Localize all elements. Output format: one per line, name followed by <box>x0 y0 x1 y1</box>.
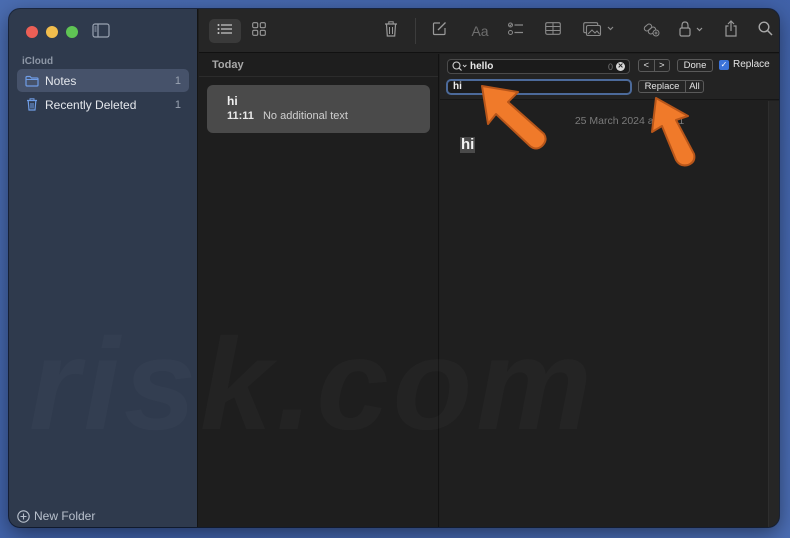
replace-segmented: Replace All <box>638 80 704 93</box>
search-icon <box>757 21 773 41</box>
table-button[interactable] <box>541 19 565 43</box>
sidebar-item-label: Notes <box>45 73 77 88</box>
format-button[interactable]: Aa <box>467 19 493 43</box>
traffic-lights <box>26 26 78 38</box>
collaborate-icon <box>643 21 660 42</box>
folder-icon <box>25 74 39 88</box>
lock-button[interactable] <box>676 19 710 43</box>
gallery-view-button[interactable] <box>247 19 271 43</box>
grid-icon <box>252 21 266 41</box>
media-button[interactable] <box>579 19 619 43</box>
section-label-icloud: iCloud <box>22 56 54 67</box>
trash-icon <box>25 98 39 112</box>
note-preview: No additional text <box>262 110 348 122</box>
checklist-icon <box>508 22 524 41</box>
note-list-item[interactable]: hi 11:11 No additional text <box>207 85 430 133</box>
note-title: hi <box>227 94 238 108</box>
plus-circle-icon <box>17 509 30 523</box>
replace-checkbox[interactable]: ✓ Replace <box>719 59 770 70</box>
text-format-icon: Aa <box>471 23 489 39</box>
compose-icon <box>432 21 447 41</box>
delete-button[interactable] <box>379 19 403 43</box>
search-button[interactable] <box>753 19 777 43</box>
note-date: 25 March 2024 at 11:11 <box>574 115 685 127</box>
lock-icon <box>679 20 707 42</box>
close-button[interactable] <box>26 26 38 38</box>
share-icon <box>724 20 738 42</box>
replace-all-button[interactable]: All <box>685 81 703 92</box>
toolbar-separator <box>415 18 416 44</box>
sidebar-item-notes[interactable]: Notes 1 <box>17 69 189 92</box>
note-body[interactable]: hi <box>460 137 476 153</box>
match-count: 0 <box>607 61 613 72</box>
list-view-button[interactable] <box>209 19 241 43</box>
zoom-button[interactable] <box>66 26 78 38</box>
note-list: Today hi 11:11 No additional text <box>199 54 439 527</box>
search-options-icon[interactable] <box>452 61 468 72</box>
sidebar-item-recently-deleted[interactable]: Recently Deleted 1 <box>17 93 189 116</box>
find-replace-bar: hello 0 ✕ < > Done ✓ Replace hi Replace … <box>440 54 779 100</box>
sidebar-toggle-icon[interactable] <box>92 23 110 38</box>
checklist-button[interactable] <box>504 19 528 43</box>
previous-match-button[interactable]: < <box>639 60 654 71</box>
sidebar-item-count: 1 <box>174 98 181 111</box>
share-button[interactable] <box>719 19 743 43</box>
collaborate-button[interactable] <box>639 19 663 43</box>
replace-field[interactable]: hi <box>446 79 632 95</box>
photo-icon <box>583 21 615 41</box>
sidebar-item-label: Recently Deleted <box>45 97 137 112</box>
notes-window: iCloud Notes 1 Recently Deleted 1 New Fo… <box>9 9 779 527</box>
trash-icon <box>384 20 398 42</box>
list-icon <box>217 22 233 40</box>
toolbar: Aa <box>199 9 779 53</box>
clear-search-icon[interactable]: ✕ <box>616 62 625 71</box>
replace-button[interactable]: Replace <box>639 81 685 92</box>
new-folder-button[interactable]: New Folder <box>17 509 95 523</box>
note-editor: hello 0 ✕ < > Done ✓ Replace hi Replace … <box>440 54 779 527</box>
replace-checkbox-label: Replace <box>733 59 770 70</box>
scrollbar[interactable] <box>768 101 779 527</box>
sidebar-item-count: 1 <box>174 74 181 87</box>
find-field-value: hello <box>470 61 494 72</box>
sidebar: iCloud Notes 1 Recently Deleted 1 New Fo… <box>9 9 198 527</box>
done-button[interactable]: Done <box>677 59 713 72</box>
new-folder-label: New Folder <box>34 509 96 523</box>
next-match-button[interactable]: > <box>653 60 670 71</box>
divider <box>199 76 438 77</box>
find-field[interactable]: hello 0 ✕ <box>447 59 630 74</box>
find-nav-segmented: < > <box>638 59 670 72</box>
compose-button[interactable] <box>427 19 451 43</box>
note-time: 11:11 <box>227 110 254 122</box>
minimize-button[interactable] <box>46 26 58 38</box>
note-meta: 11:11 No additional text <box>227 110 410 122</box>
checkbox-checked-icon: ✓ <box>719 59 729 70</box>
table-icon <box>545 22 561 40</box>
list-header-today: Today <box>212 59 244 71</box>
